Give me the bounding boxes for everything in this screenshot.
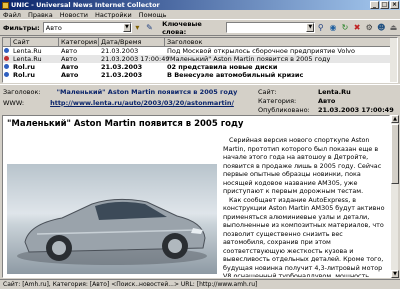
info-category-value: Авто (318, 96, 336, 105)
info-category-label: Категория: (258, 96, 297, 105)
info-www-label: WWW: (3, 98, 25, 107)
menu-edit[interactable]: Правка (28, 11, 53, 19)
cell-title: В Венесуэле автомобильный кризис (167, 71, 304, 79)
scroll-up-icon[interactable]: ▲ (391, 115, 399, 123)
edit-icon[interactable]: ✎ (144, 22, 155, 34)
chevron-down-icon[interactable]: ▼ (122, 23, 131, 32)
article-scrollbar[interactable]: ▲ ▼ (390, 115, 399, 278)
toolbar: Фильтры: Авто ▼ ▾ ✎ Ключевые слова: ▼ ⚲ … (0, 19, 400, 36)
info-published-label: Опубликовано: (258, 105, 310, 114)
info-site-label: Сайт: (258, 87, 277, 96)
maximize-button[interactable]: □ (380, 1, 389, 9)
minimize-button[interactable]: _ (370, 1, 379, 9)
title-bar: UNIC - Universal News Internet Collector… (0, 0, 400, 10)
menu-news[interactable]: Новости (60, 11, 88, 19)
cell-title: Под Москвой открылось сборочное предприя… (167, 47, 355, 55)
header-marker (3, 38, 11, 47)
car-photo (7, 164, 217, 274)
row-marker (3, 71, 11, 79)
filter-select[interactable]: Авто ▼ (42, 22, 132, 33)
news-table: Сайт Категория Дата/Время Заголовок Lent… (2, 37, 398, 83)
cell-category: Авто (61, 63, 79, 71)
cell-category: Авто (61, 55, 78, 63)
cell-title: "Маленький" Aston Martin появится в 2005… (167, 55, 331, 63)
row-marker (3, 47, 11, 55)
cell-site: Rol.ru (13, 71, 36, 79)
header-title[interactable]: Заголовок (165, 38, 397, 47)
table-row[interactable]: Lenta.Ru Авто 21.03.2003 17:00:49 "Маленьки… (3, 55, 397, 63)
info-title-row: Заголовок: "Маленький" Aston Martin появ… (3, 87, 237, 96)
status-bar: Сайт: [Amh.ru], Категория: [Авто] <Поиск… (0, 279, 400, 289)
menu-settings[interactable]: Настройки (95, 11, 132, 19)
menu-bar: Файл Правка Новости Настройки Помощь (0, 10, 400, 19)
status-dot-icon (4, 72, 9, 77)
cell-date: 21.03.2003 (101, 47, 139, 55)
cell-site: Lenta.Ru (13, 47, 42, 55)
info-site-value: Lenta.Ru (318, 87, 351, 96)
filter-value: Авто (45, 23, 62, 32)
cell-date: 21.03.2003 (101, 71, 143, 79)
table-scrollbar[interactable] (390, 38, 397, 82)
chevron-down-icon[interactable]: ▼ (306, 23, 315, 32)
keywords-input[interactable]: ▼ (226, 22, 316, 33)
menu-help[interactable]: Помощь (139, 11, 167, 19)
article-body: Серийная версия нового спорткупе Aston M… (223, 136, 385, 278)
table-header: Сайт Категория Дата/Время Заголовок (3, 38, 397, 47)
header-category[interactable]: Категория (59, 38, 99, 47)
car-image (17, 198, 207, 265)
cell-date: 21.03.2003 17:00:49 (101, 55, 170, 63)
info-title-value: "Маленький" Aston Martin появится в 2005… (56, 87, 238, 96)
globe-icon[interactable]: ◉ (327, 22, 338, 34)
scroll-down-icon[interactable]: ▼ (391, 270, 399, 278)
cell-site: Rol.ru (13, 63, 36, 71)
menu-file[interactable]: Файл (3, 11, 21, 19)
main-window: UNIC - Universal News Internet Collector… (0, 0, 400, 289)
search-icon[interactable]: ⚲ (315, 22, 326, 34)
article-info-panel: Заголовок: "Маленький" Aston Martin появ… (0, 84, 400, 114)
stop-icon[interactable]: ✖ (352, 22, 363, 34)
info-www-link[interactable]: http://www.lenta.ru/auto/2003/03/20/asto… (50, 99, 234, 107)
filter-icon[interactable]: ▾ (132, 22, 143, 34)
info-site-row: Сайт: Lenta.Ru (258, 87, 351, 96)
status-dot-icon (4, 48, 9, 53)
header-site[interactable]: Сайт (11, 38, 59, 47)
info-www-row: WWW: http://www.lenta.ru/auto/2003/03/20… (3, 98, 234, 107)
refresh-icon[interactable]: ↻ (339, 22, 350, 34)
settings-icon[interactable]: ⚙ (364, 22, 375, 34)
info-published-value: 21.03.2003 17:00:49 (318, 105, 394, 114)
info-title-label: Заголовок: (3, 87, 41, 96)
app-icon (2, 1, 9, 9)
filter-label: Фильтры: (3, 23, 40, 32)
row-marker (3, 55, 11, 63)
article-heading: "Маленький" Aston Martin появится в 2005… (7, 119, 244, 129)
exit-icon[interactable]: ⏏ (388, 22, 399, 34)
article-paragraph-1: Серийная версия нового спорткупе Aston M… (223, 136, 382, 195)
keywords-label: Ключевые слова: (162, 19, 202, 36)
table-row[interactable]: Lenta.Ru Авто 21.03.2003 Под Москвой открыл… (3, 47, 397, 55)
scroll-thumb[interactable] (391, 124, 399, 184)
status-dot-icon (4, 56, 9, 61)
cell-category: Авто (61, 71, 79, 79)
close-button[interactable]: × (390, 1, 399, 9)
article-paragraph-2: Как сообщает издание AutoExpress, в конс… (223, 195, 385, 278)
info-category-row: Категория: Авто (258, 96, 335, 105)
header-date[interactable]: Дата/Время (99, 38, 165, 47)
article-view: "Маленький" Aston Martin появится в 2005… (2, 115, 390, 278)
window-title: UNIC - Universal News Internet Collector (11, 1, 160, 9)
cell-site: Lenta.Ru (13, 55, 42, 63)
info-published-row: Опубликовано: 21.03.2003 17:00:49 (258, 105, 394, 114)
cell-date: 21.03.2003 (101, 63, 143, 71)
table-row[interactable]: Rol.ru Авто 21.03.2003 В Венесуэле автомоби… (3, 71, 397, 79)
row-marker (3, 63, 11, 71)
cell-category: Авто (61, 47, 78, 55)
users-icon[interactable]: ☻ (376, 22, 387, 34)
cell-title: 02 представила новые диски (167, 63, 278, 71)
status-dot-icon (4, 64, 9, 69)
table-row[interactable]: Rol.ru Авто 21.03.2003 02 представила новые… (3, 63, 397, 71)
